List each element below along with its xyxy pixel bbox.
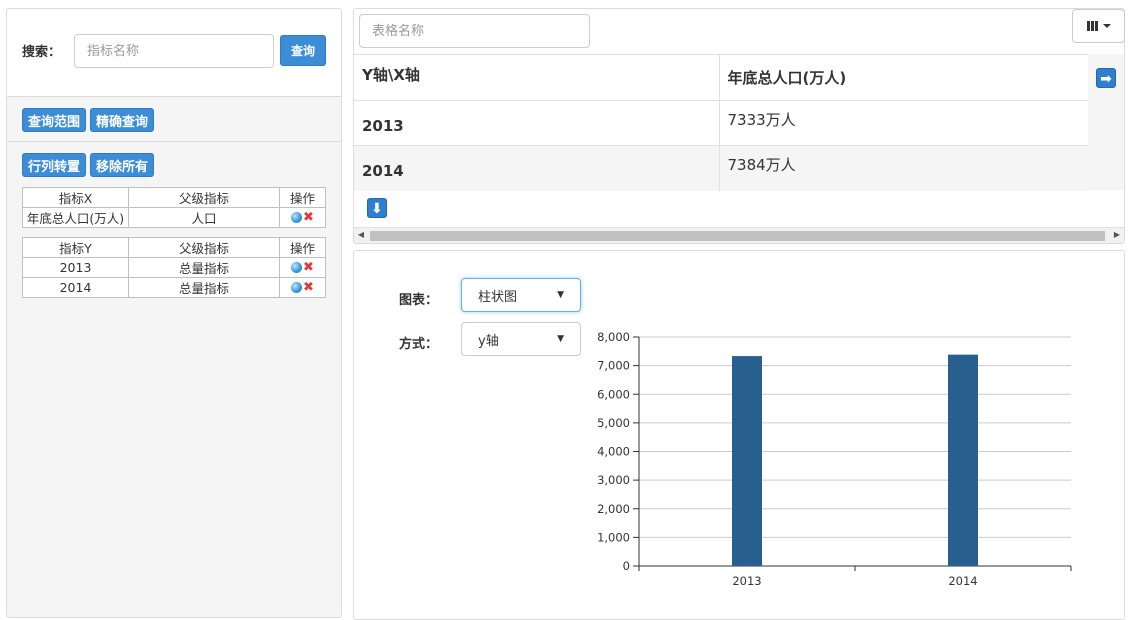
chart-type-value: 柱状图 [478, 289, 518, 305]
table-header-row: 指标X 父级指标 操作 [22, 187, 326, 208]
query-mode-section: 查询范围 精确查询 [7, 98, 341, 142]
chart-mode-value: y轴 [478, 333, 499, 349]
horizontal-scrollbar[interactable]: ◀ ▶ [354, 227, 1124, 243]
chevron-down-icon [1102, 24, 1111, 28]
search-input[interactable] [74, 34, 274, 68]
edit-icon[interactable] [291, 262, 302, 273]
column-header: 父级指标 [128, 187, 280, 208]
search-button[interactable]: 查询 [280, 35, 326, 66]
indicator-name: 年底总人口(万人) [22, 207, 129, 228]
row-actions: ✖ [279, 207, 326, 228]
bar [948, 354, 978, 566]
delete-icon[interactable]: ✖ [303, 281, 314, 294]
y-tick-label: 3,000 [597, 473, 630, 487]
parent-indicator: 总量指标 [128, 277, 280, 298]
exact-query-button[interactable]: 精确查询 [90, 108, 154, 132]
row-actions: ✖ [279, 277, 326, 298]
chart-mode-select[interactable]: y轴 ▼ [461, 322, 581, 356]
indicator-name: 2014 [22, 277, 129, 298]
indicator-panel: 搜索： 查询 查询范围 精确查询 行列转置 移除所有 指标X 父级指标 操作 年… [6, 8, 342, 618]
scroll-left-icon[interactable]: ◀ [354, 230, 368, 239]
y-tick-label: 2,000 [597, 502, 630, 516]
y-tick-label: 8,000 [597, 330, 630, 344]
delete-icon[interactable]: ✖ [303, 261, 314, 274]
remove-all-button[interactable]: 移除所有 [90, 153, 154, 177]
x-indicator-table: 指标X 父级指标 操作 年底总人口(万人) 人口 ✖ [22, 187, 326, 228]
row-header: 2014 [354, 145, 719, 191]
y-tick-label: 5,000 [597, 416, 630, 430]
transpose-button[interactable]: 行列转置 [22, 153, 86, 177]
delete-icon[interactable]: ✖ [303, 211, 314, 224]
bar [732, 356, 762, 566]
chart-type-label: 图表： [399, 293, 439, 308]
y-tick-label: 0 [623, 559, 630, 573]
arrow-down-icon[interactable]: ⬇ [367, 198, 387, 218]
table-name-input[interactable] [359, 14, 590, 48]
cell-value: 7333万人 [718, 100, 1088, 146]
result-table: Y轴\X轴 年底总人口(万人) 2013 7333万人 2014 7384万人 [354, 54, 1088, 191]
table-row: 年底总人口(万人) 人口 ✖ [22, 207, 326, 228]
y-tick-label: 6,000 [597, 387, 630, 401]
y-indicator-table: 指标Y 父级指标 操作 2013 总量指标 ✖ 2014 总量指标 ✖ [22, 237, 326, 298]
columns-icon [1086, 21, 1098, 31]
columns-toggle-button[interactable] [1072, 9, 1125, 43]
arrow-right-icon[interactable]: ➡ [1096, 68, 1116, 88]
search-label: 搜索： [22, 45, 62, 60]
column-header: 父级指标 [128, 237, 280, 258]
scroll-right-icon[interactable]: ▶ [1110, 230, 1124, 239]
chart-type-select[interactable]: 柱状图 ▼ [461, 278, 581, 312]
column-header: 操作 [279, 237, 326, 258]
table-row: 2014 总量指标 ✖ [22, 277, 326, 298]
table-header-row: 指标Y 父级指标 操作 [22, 237, 326, 258]
edit-icon[interactable] [291, 212, 302, 223]
table-row: 2013 总量指标 ✖ [22, 257, 326, 278]
y-tick-label: 7,000 [597, 359, 630, 373]
row-header: 2013 [354, 100, 719, 146]
data-table-panel: Y轴\X轴 年底总人口(万人) 2013 7333万人 2014 7384万人 … [353, 8, 1125, 244]
table-header-row: Y轴\X轴 年底总人口(万人) [354, 54, 1088, 101]
search-section: 搜索： 查询 [7, 9, 341, 97]
bar-chart: 0 1,000 2,000 3,000 4,000 5,000 6,000 7,000 8,00… [597, 330, 1072, 588]
cell-value: 7384万人 [718, 145, 1088, 191]
chart-mode-label: 方式： [399, 337, 439, 352]
table-row: 2013 7333万人 [354, 100, 1088, 146]
parent-indicator: 人口 [128, 207, 280, 228]
x-tick-label: 2014 [948, 574, 977, 588]
x-tick-label: 2013 [732, 574, 761, 588]
chart-panel: 图表： 柱状图 ▼ 方式： y轴 ▼ 0 1,000 2,000 3,000 4,000… [353, 250, 1125, 620]
edit-icon[interactable] [291, 282, 302, 293]
table-row: 2014 7384万人 [354, 145, 1088, 191]
row-actions: ✖ [279, 257, 326, 278]
range-query-button[interactable]: 查询范围 [22, 108, 86, 132]
dropdown-arrow-icon: ▼ [557, 290, 564, 300]
corner-header: Y轴\X轴 [354, 54, 719, 101]
scrollbar-thumb[interactable] [370, 231, 1105, 241]
indicator-name: 2013 [22, 257, 129, 278]
column-header: 年底总人口(万人) [718, 54, 1088, 101]
column-header: 指标Y [22, 237, 129, 258]
column-header: 操作 [279, 187, 326, 208]
column-header: 指标X [22, 187, 129, 208]
y-tick-label: 4,000 [597, 445, 630, 459]
dropdown-arrow-icon: ▼ [557, 334, 564, 344]
y-tick-label: 1,000 [597, 530, 630, 544]
parent-indicator: 总量指标 [128, 257, 280, 278]
